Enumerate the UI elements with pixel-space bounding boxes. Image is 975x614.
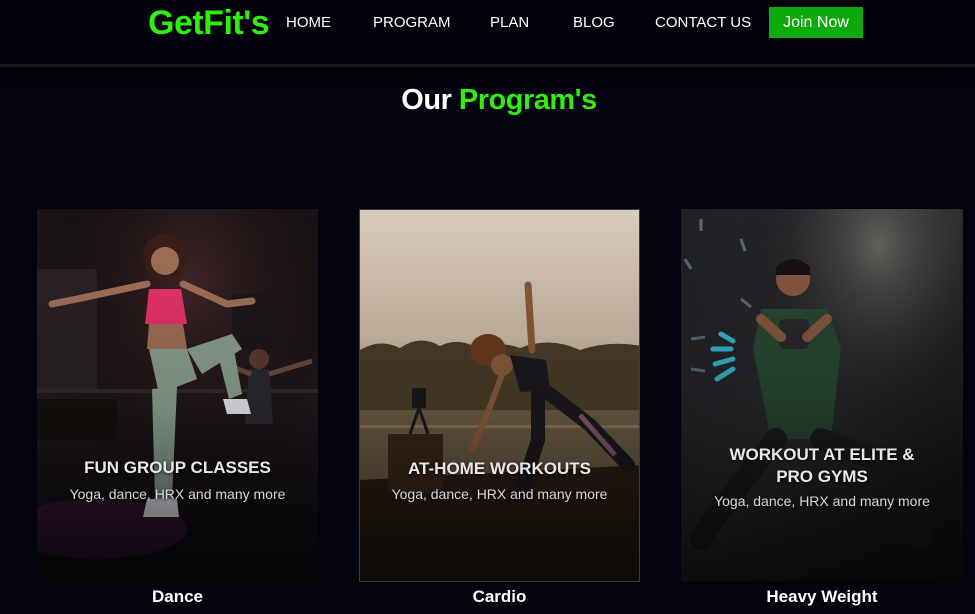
program-label-cardio[interactable]: Cardio <box>359 587 640 607</box>
nav-blog-link[interactable]: BLOG <box>573 14 615 31</box>
join-now-button[interactable]: Join Now <box>769 7 863 38</box>
program-card-dance[interactable]: FUN GROUP CLASSES Yoga, dance, HRX and m… <box>37 209 318 581</box>
nav-home-link[interactable]: HOME <box>286 14 331 31</box>
section-title: Our Program's <box>0 84 975 117</box>
card-heading: WORKOUT AT ELITE & PRO GYMS <box>681 444 963 488</box>
nav-contact-link[interactable]: CONTACT US <box>655 14 751 31</box>
card-heading: FUN GROUP CLASSES <box>84 458 271 477</box>
section-title-accent: Program's <box>458 84 597 116</box>
card-subtext: Yoga, dance, HRX and many more <box>714 493 930 509</box>
nav-program-link[interactable]: PROGRAM <box>373 14 451 31</box>
card-subtext: Yoga, dance, HRX and many more <box>69 486 286 502</box>
section-title-prefix: Our <box>401 84 452 116</box>
top-navbar: GetFit's HOME PROGRAM PLAN BLOG CONTACT … <box>0 0 975 67</box>
card-heading-line-1: WORKOUT AT ELITE & <box>729 445 915 464</box>
card-heading-line-2: PRO GYMS <box>776 467 868 486</box>
card-subtext: Yoga, dance, HRX and many more <box>391 486 608 502</box>
home-workout-photo <box>360 210 639 581</box>
dance-class-photo <box>37 209 318 581</box>
program-label-heavy-weight[interactable]: Heavy Weight <box>681 587 963 607</box>
program-card-heavy-weight[interactable]: WORKOUT AT ELITE & PRO GYMS Yoga, dance,… <box>681 209 963 581</box>
card-heading: AT-HOME WORKOUTS <box>408 459 591 478</box>
program-card-cardio[interactable]: AT-HOME WORKOUTS Yoga, dance, HRX and ma… <box>359 209 640 582</box>
gym-workout-photo <box>681 209 963 581</box>
brand-logo[interactable]: GetFit's <box>148 4 270 43</box>
nav-plan-link[interactable]: PLAN <box>490 14 529 31</box>
program-label-dance[interactable]: Dance <box>37 587 318 607</box>
